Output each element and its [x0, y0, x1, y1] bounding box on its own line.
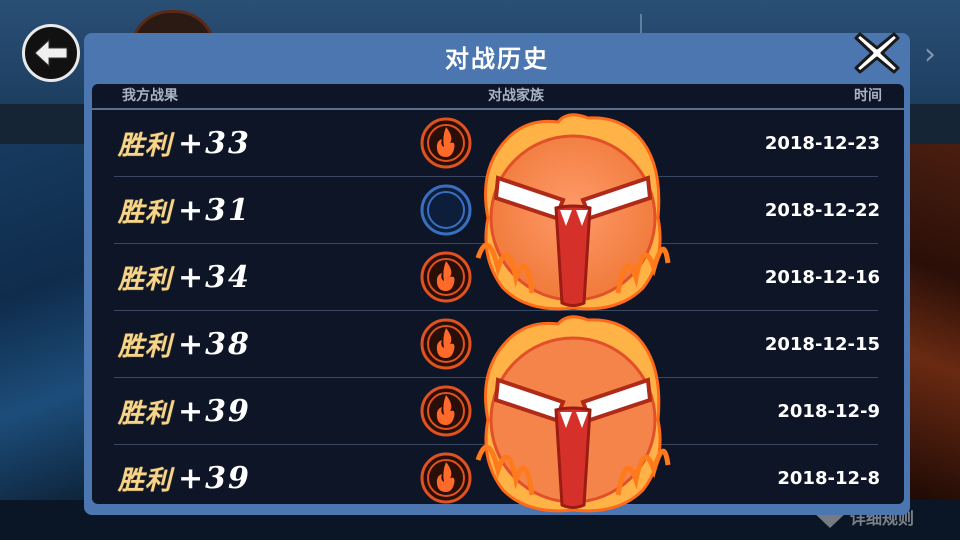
battle-result: 胜利 +33: [118, 110, 251, 177]
fire-clan-icon: [420, 117, 472, 169]
column-header-clan: 对战家族: [488, 88, 544, 104]
back-arrow-icon: [34, 38, 68, 68]
fire-clan-icon: [420, 318, 472, 370]
chevron-right-icon[interactable]: ›: [924, 40, 936, 70]
battle-date: 2018-12-16: [764, 267, 880, 288]
dialog-title: 对战历史: [445, 45, 549, 73]
column-header-time: 时间: [854, 88, 882, 104]
result-word: 胜利: [118, 466, 173, 496]
score-change: +31: [178, 193, 251, 228]
close-x-icon: [854, 32, 900, 74]
score-change: +39: [178, 394, 251, 429]
score-change: +34: [178, 260, 251, 295]
battle-date: 2018-12-23: [764, 133, 880, 154]
back-button[interactable]: [22, 24, 80, 82]
result-word: 胜利: [118, 332, 173, 362]
fire-clan-icon: [420, 452, 472, 504]
battle-date: 2018-12-9: [777, 401, 880, 422]
battle-date: 2018-12-22: [764, 200, 880, 221]
battle-date: 2018-12-8: [777, 468, 880, 489]
result-word: 胜利: [118, 265, 173, 295]
battle-result: 胜利 +31: [118, 177, 251, 244]
score-change: +39: [178, 461, 251, 496]
score-change: +38: [178, 327, 251, 362]
angry-fire-face-sticker: [475, 113, 671, 311]
fire-clan-icon: [420, 385, 472, 437]
result-word: 胜利: [118, 399, 173, 429]
fire-clan-icon: [420, 251, 472, 303]
result-word: 胜利: [118, 198, 173, 228]
moon-clan-icon: [420, 184, 472, 236]
battle-result: 胜利 +39: [118, 445, 251, 504]
battle-result: 胜利 +34: [118, 244, 251, 311]
result-word: 胜利: [118, 131, 173, 161]
column-header-result: 我方战果: [122, 88, 178, 104]
angry-fire-face-sticker: [475, 315, 671, 513]
background-art-left: [0, 144, 90, 504]
close-button[interactable]: [852, 28, 902, 78]
battle-result: 胜利 +39: [118, 378, 251, 445]
score-change: +33: [178, 126, 251, 161]
battle-result: 胜利 +38: [118, 311, 251, 378]
battle-date: 2018-12-15: [764, 334, 880, 355]
